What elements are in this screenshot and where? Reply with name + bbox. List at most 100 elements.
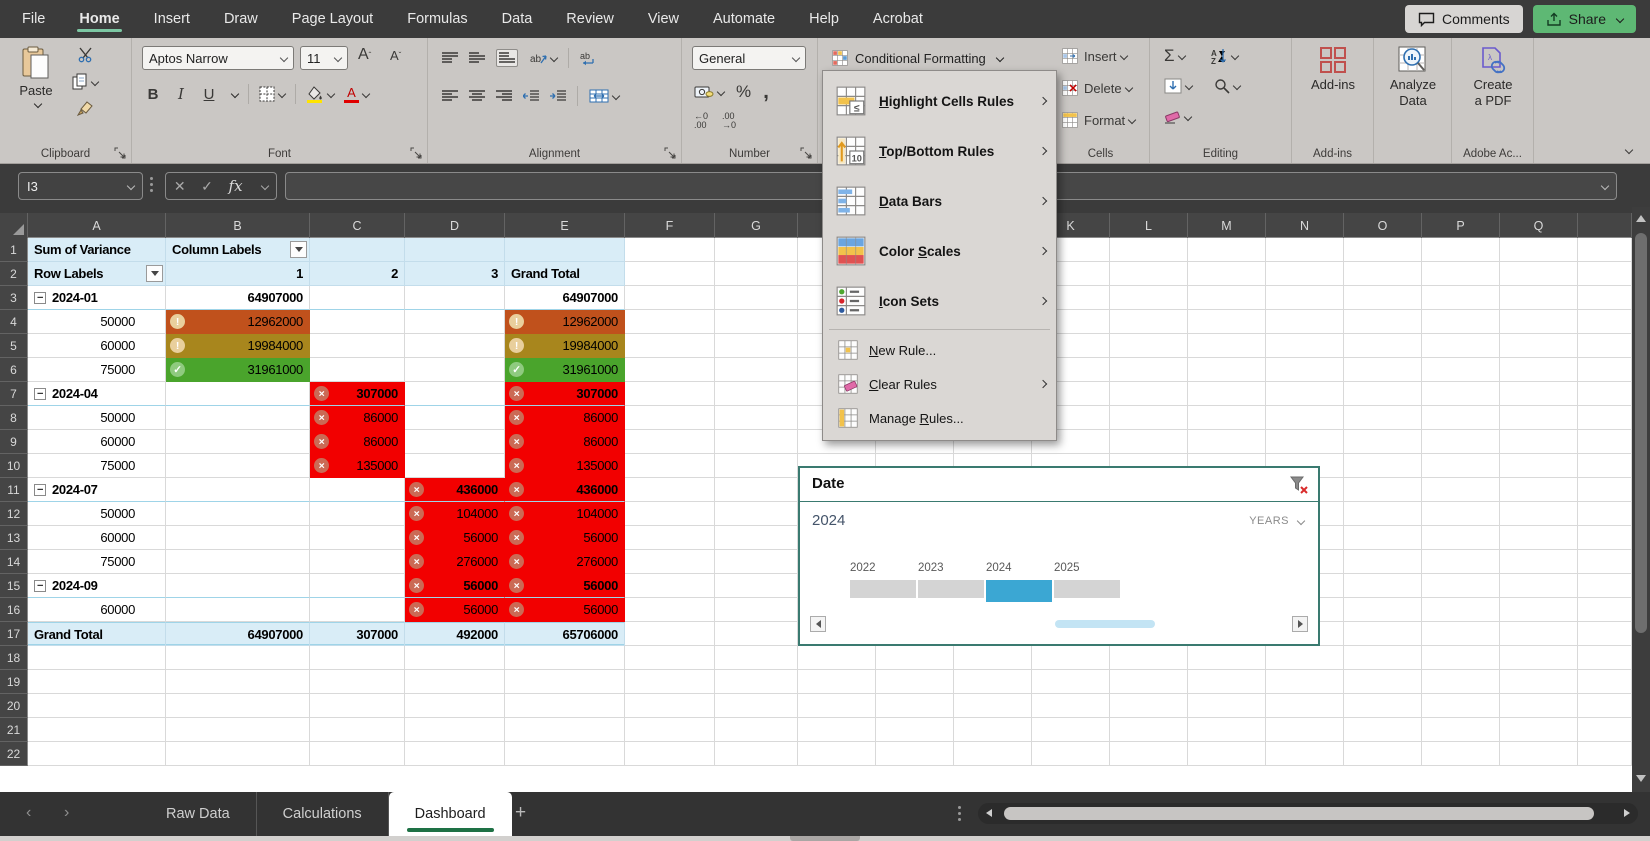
sheet-tab-dashboard[interactable]: Dashboard [389, 792, 512, 836]
cell-N21[interactable] [1266, 718, 1344, 742]
cell-x13[interactable] [1578, 526, 1632, 550]
column-header-E[interactable]: E [505, 213, 625, 238]
cell-C9[interactable]: ×86000 [310, 430, 405, 454]
timeline-year-2025[interactable]: 2025 [1054, 562, 1120, 602]
row-header-12[interactable]: 12 [0, 502, 28, 526]
cell-B7[interactable] [166, 382, 310, 406]
cell-O11[interactable] [1344, 478, 1422, 502]
row-header-20[interactable]: 20 [0, 694, 28, 718]
cell-G1[interactable] [715, 238, 798, 262]
cell-N20[interactable] [1266, 694, 1344, 718]
cell-B3[interactable]: 64907000 [166, 286, 310, 310]
cell-P10[interactable] [1422, 454, 1500, 478]
cell-J22[interactable] [954, 742, 1032, 766]
cell-F10[interactable] [625, 454, 715, 478]
cell-D3[interactable] [405, 286, 505, 310]
cell-B16[interactable] [166, 598, 310, 622]
cell-O4[interactable] [1344, 310, 1422, 334]
cell-B21[interactable] [166, 718, 310, 742]
timeline-scroll-right-button[interactable] [1292, 616, 1308, 632]
decrease-font-button[interactable]: Aˇ [390, 48, 401, 63]
timeline-year-bar[interactable] [918, 580, 984, 598]
cell-G8[interactable] [715, 406, 798, 430]
cell-M2[interactable] [1188, 262, 1266, 286]
cell-F11[interactable] [625, 478, 715, 502]
cell-A21[interactable] [28, 718, 166, 742]
increase-decimal-button[interactable]: ←0.00 [694, 112, 708, 130]
align-top-button[interactable] [442, 52, 458, 64]
cell-L3[interactable] [1110, 286, 1188, 310]
cell-K18[interactable] [1032, 646, 1110, 670]
scroll-down-arrow[interactable] [1636, 775, 1646, 782]
analyze-data-button[interactable]: AnalyzeData [1377, 46, 1449, 109]
cell-O1[interactable] [1344, 238, 1422, 262]
cell-E16[interactable]: ×56000 [505, 598, 625, 622]
cell-A2[interactable]: Row Labels [28, 262, 166, 286]
cell-O2[interactable] [1344, 262, 1422, 286]
cell-A1[interactable]: Sum of Variance [28, 238, 166, 262]
cell-x1[interactable] [1578, 238, 1632, 262]
cell-K22[interactable] [1032, 742, 1110, 766]
add-sheet-button[interactable]: + [515, 802, 526, 824]
vertical-scroll-thumb[interactable] [1635, 233, 1647, 633]
cell-x19[interactable] [1578, 670, 1632, 694]
row-header-22[interactable]: 22 [0, 742, 28, 766]
cell-C21[interactable] [310, 718, 405, 742]
collapse-button[interactable]: − [34, 388, 46, 400]
cell-D14[interactable]: ×276000 [405, 550, 505, 574]
cell-M1[interactable] [1188, 238, 1266, 262]
cell-C20[interactable] [310, 694, 405, 718]
align-middle-button[interactable] [469, 52, 485, 64]
cell-D5[interactable] [405, 334, 505, 358]
cell-D20[interactable] [405, 694, 505, 718]
cell-O17[interactable] [1344, 622, 1422, 646]
cell-P8[interactable] [1422, 406, 1500, 430]
cell-F6[interactable] [625, 358, 715, 382]
cell-Q14[interactable] [1500, 550, 1578, 574]
cell-G16[interactable] [715, 598, 798, 622]
decrease-indent-button[interactable] [523, 90, 539, 102]
cell-C10[interactable]: ×135000 [310, 454, 405, 478]
cell-Q3[interactable] [1500, 286, 1578, 310]
cell-M21[interactable] [1188, 718, 1266, 742]
cell-A12[interactable]: 50000 [28, 502, 166, 526]
percent-button[interactable]: % [736, 82, 751, 102]
borders-button[interactable] [259, 86, 285, 102]
cut-button[interactable] [72, 46, 98, 63]
cell-Q16[interactable] [1500, 598, 1578, 622]
timeline-year-bar[interactable] [1054, 580, 1120, 598]
timeline-year-2022[interactable]: 2022 [850, 562, 916, 602]
menu-formulas[interactable]: Formulas [407, 2, 467, 36]
cell-B15[interactable] [166, 574, 310, 598]
column-header-G[interactable]: G [715, 213, 798, 238]
cell-E9[interactable]: ×86000 [505, 430, 625, 454]
cell-O19[interactable] [1344, 670, 1422, 694]
cell-G6[interactable] [715, 358, 798, 382]
horizontal-scroll-thumb[interactable] [1004, 807, 1594, 820]
next-sheet-button[interactable]: › [64, 804, 69, 822]
cell-Q21[interactable] [1500, 718, 1578, 742]
timeline-year-2023[interactable]: 2023 [918, 562, 984, 602]
menu-insert[interactable]: Insert [154, 2, 190, 36]
cell-A4[interactable]: 50000 [28, 310, 166, 334]
insert-function-button[interactable]: fx [229, 177, 243, 195]
cell-F2[interactable] [625, 262, 715, 286]
vertical-scrollbar[interactable] [1632, 207, 1650, 792]
cell-E11[interactable]: ×436000 [505, 478, 625, 502]
cell-H21[interactable] [798, 718, 876, 742]
cell-A16[interactable]: 60000 [28, 598, 166, 622]
cell-O5[interactable] [1344, 334, 1422, 358]
timeline-year-bar[interactable] [986, 580, 1052, 602]
create-pdf-button[interactable]: λ Createa PDF [1457, 46, 1529, 109]
cell-B13[interactable] [166, 526, 310, 550]
cell-B22[interactable] [166, 742, 310, 766]
autosum-button[interactable]: Σ [1164, 46, 1185, 66]
align-left-button[interactable] [442, 90, 458, 102]
row-header-1[interactable]: 1 [0, 238, 28, 262]
cell-J19[interactable] [954, 670, 1032, 694]
cell-x22[interactable] [1578, 742, 1632, 766]
delete-cells-button[interactable]: Delete [1084, 81, 1132, 96]
filter-dropdown-button[interactable] [146, 265, 163, 282]
cell-A11[interactable]: −2024-07 [28, 478, 166, 502]
column-header-A[interactable]: A [28, 213, 166, 238]
